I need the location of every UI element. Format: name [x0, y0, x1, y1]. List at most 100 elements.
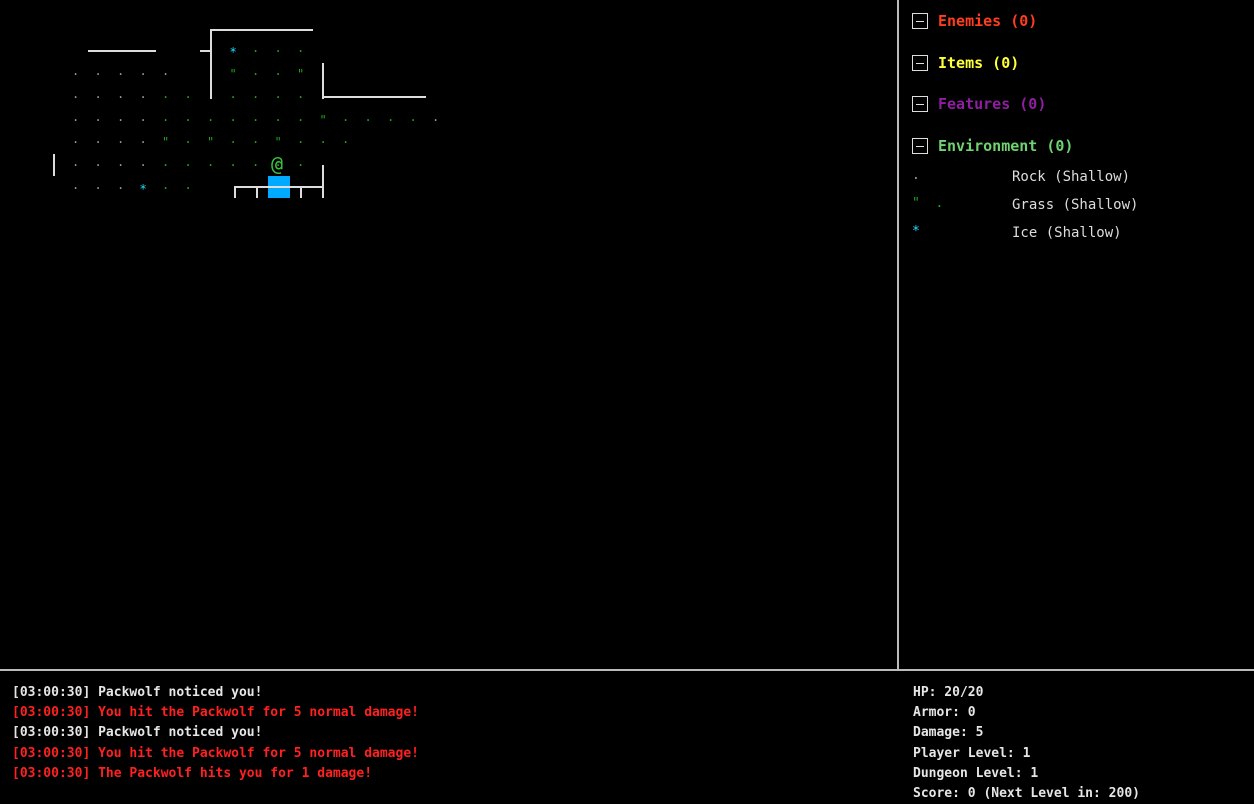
grass-tile-icon: . — [342, 109, 350, 124]
ice-icon: * — [912, 224, 920, 239]
category-environment[interactable]: Environment (0) — [912, 136, 1073, 156]
grass-tile-icon: " — [162, 135, 170, 150]
grass-tile-icon: . — [184, 155, 192, 170]
grass-tile-icon: . — [184, 86, 192, 101]
rock-tile-icon: . — [72, 109, 80, 124]
grass-tile-icon: . — [297, 86, 305, 101]
grass-tile-icon: . — [229, 132, 237, 147]
grass-tile-icon: . — [162, 109, 170, 124]
log-line: [03:00:30] Packwolf noticed you! — [12, 725, 263, 741]
grass-icon: " . — [912, 196, 944, 211]
category-features[interactable]: Features (0) — [912, 94, 1046, 114]
grass-tile-icon: . — [229, 109, 237, 124]
grass-tile-icon: . — [342, 132, 350, 147]
rock-tile-icon: . — [139, 132, 147, 147]
grass-tile-icon: . — [229, 155, 237, 170]
rock-tile-icon: . — [432, 109, 440, 124]
grass-tile-icon: . — [297, 41, 305, 56]
grass-tile-icon: . — [319, 132, 327, 147]
grass-tile-icon: . — [274, 109, 282, 124]
sidebar-panel: Enemies (0) Items (0) Features (0) Envir… — [900, 0, 1254, 669]
grass-tile-icon: . — [252, 64, 260, 78]
stat-armor: Armor: 0 — [913, 705, 976, 721]
grass-tile-icon: . — [162, 86, 170, 101]
grass-tile-icon: " — [297, 67, 305, 81]
grass-tile-icon: . — [297, 109, 305, 124]
log-line: [03:00:30] Packwolf noticed you! — [12, 685, 263, 700]
rock-tile-icon: . — [117, 132, 125, 147]
log-line: [03:00:30] You hit the Packwolf for 5 no… — [12, 705, 419, 721]
collapse-toggle-icon[interactable] — [912, 96, 928, 112]
grass-tile-icon: . — [252, 155, 260, 170]
grass-tile-icon: . — [252, 86, 260, 101]
player-icon: @ — [271, 152, 284, 176]
wall-segment — [210, 29, 212, 99]
rock-tile-icon: . — [94, 109, 102, 124]
wall-segment — [322, 165, 324, 198]
wall-segment — [322, 63, 324, 99]
wall-segment — [53, 154, 55, 176]
category-items-label: Items (0) — [938, 54, 1020, 72]
rock-tile-icon: . — [94, 178, 102, 192]
rock-tile-icon: . — [72, 64, 80, 78]
dungeon-map[interactable]: *........ ".. "..................... ".....… — [0, 0, 897, 669]
grass-tile-icon: . — [252, 41, 260, 56]
category-items[interactable]: Items (0) — [912, 53, 1019, 73]
grass-tile-icon: . — [274, 86, 282, 101]
collapse-toggle-icon[interactable] — [912, 55, 928, 71]
message-log: [03:00:30] Packwolf noticed you! [03:00:… — [12, 683, 419, 784]
collapse-toggle-icon[interactable] — [912, 13, 928, 29]
wall-segment — [234, 186, 324, 188]
grass-tile-icon: . — [207, 109, 215, 124]
grass-tile-icon: " — [319, 112, 327, 127]
vertical-divider — [897, 0, 899, 670]
grass-tile-icon: . — [184, 109, 192, 124]
legend-rock-label: Rock (Shallow) — [1012, 169, 1131, 185]
ice-tile-icon: * — [229, 45, 237, 60]
rock-tile-icon: . — [139, 109, 147, 124]
grass-tile-icon: . — [252, 132, 260, 147]
grass-tile-icon: . — [297, 132, 305, 147]
stat-score: Score: 0 (Next Level in: 200) — [913, 786, 1140, 802]
grass-tile-icon: . — [409, 109, 417, 124]
rock-tile-icon: . — [94, 64, 102, 78]
grass-tile-icon: . — [184, 178, 192, 192]
grass-tile-icon: . — [229, 86, 237, 101]
rock-tile-icon: . — [139, 155, 147, 170]
rock-tile-icon: . — [117, 86, 125, 101]
rock-tile-icon: . — [117, 155, 125, 170]
grass-tile-icon: . — [364, 109, 372, 124]
wall-segment — [234, 186, 236, 198]
grass-tile-icon: " — [229, 67, 237, 81]
stat-damage: Damage: 5 — [913, 725, 984, 741]
wall-segment — [300, 186, 302, 198]
rock-tile-icon: . — [94, 86, 102, 101]
rock-tile-icon: . — [72, 178, 80, 192]
collapse-toggle-icon[interactable] — [912, 138, 928, 154]
category-environment-label: Environment (0) — [938, 137, 1074, 155]
category-enemies[interactable]: Enemies (0) — [912, 11, 1037, 31]
legend-grass-label: Grass (Shallow) — [1012, 197, 1139, 213]
grass-tile-icon: . — [297, 155, 305, 170]
wall-segment — [322, 96, 426, 98]
ice-tile-icon: * — [139, 182, 147, 196]
rock-tile-icon: . — [117, 178, 125, 192]
rock-tile-icon: . — [94, 132, 102, 147]
rock-tile-icon: . — [117, 109, 125, 124]
rock-tile-icon: . — [139, 64, 147, 78]
log-line: [03:00:30] The Packwolf hits you for 1 d… — [12, 765, 373, 781]
stat-player-level: Player Level: 1 — [913, 745, 1031, 761]
rock-tile-icon: . — [72, 132, 80, 147]
wall-segment — [88, 50, 156, 52]
stat-hp: HP: 20/20 — [913, 685, 984, 700]
grass-tile-icon: " — [274, 135, 282, 150]
grass-tile-icon: . — [207, 155, 215, 170]
grass-tile-icon: . — [387, 109, 395, 124]
horizontal-divider — [0, 669, 1254, 671]
rock-tile-icon: . — [139, 86, 147, 101]
wall-segment — [200, 50, 210, 52]
legend-ice-label: Ice (Shallow) — [1012, 225, 1122, 241]
player-stats: HP: 20/20 Armor: 0 Damage: 5 Player Leve… — [913, 683, 1140, 804]
grass-tile-icon: . — [162, 155, 170, 170]
wall-segment — [256, 186, 258, 198]
